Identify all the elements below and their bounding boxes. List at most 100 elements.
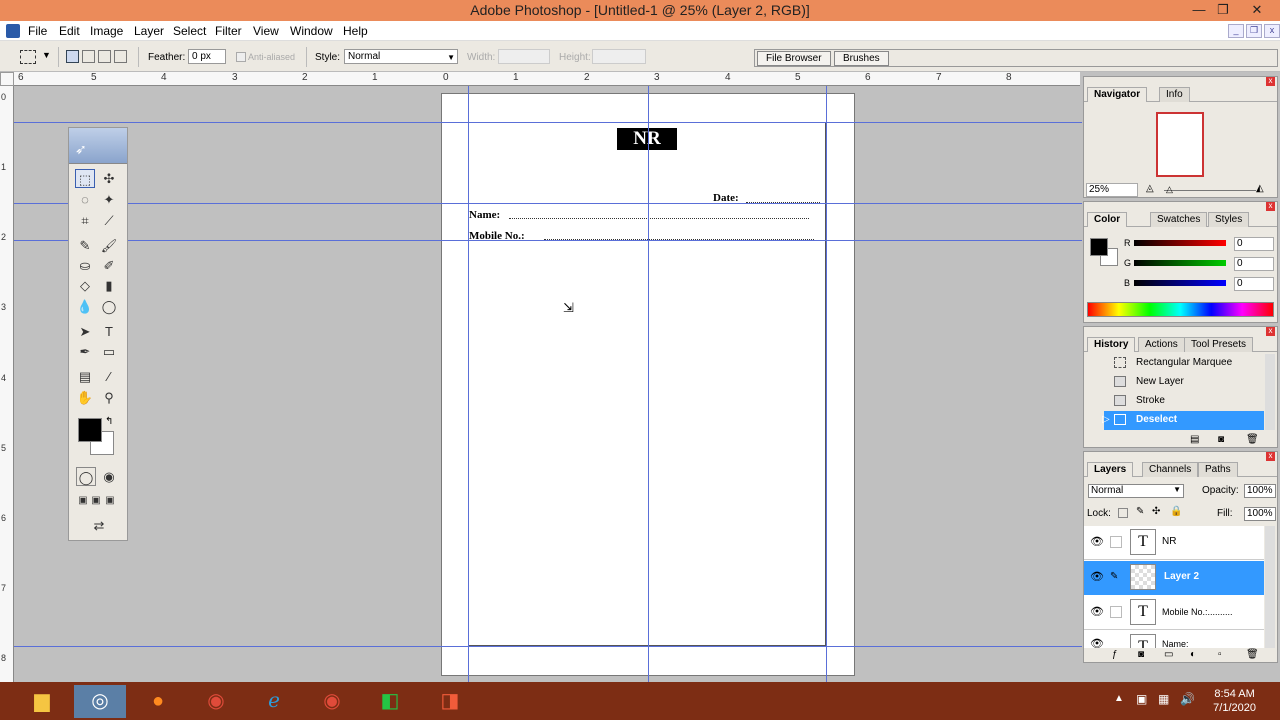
menu-filter[interactable]: Filter	[215, 24, 242, 38]
foreground-color-swatch[interactable]	[1090, 238, 1108, 256]
tab-navigator[interactable]: Navigator	[1087, 87, 1148, 102]
eye-icon[interactable]: 👁	[1090, 570, 1104, 583]
notes-tool-icon[interactable]: ▤	[75, 367, 95, 386]
blue-slider[interactable]	[1134, 280, 1226, 286]
tab-brushes[interactable]: Brushes	[834, 51, 889, 66]
explorer-icon[interactable]: ▆	[16, 685, 68, 718]
panel-titlebar[interactable]: x	[1084, 452, 1277, 462]
type-tool-icon[interactable]: T	[99, 322, 119, 341]
shape-tool-icon[interactable]: ▭	[99, 342, 119, 361]
layer-row[interactable]: 👁 T NR	[1084, 526, 1264, 560]
guide-vertical[interactable]	[648, 86, 649, 682]
ie-icon[interactable]: ℯ	[248, 685, 300, 718]
link-icon[interactable]	[1110, 536, 1122, 548]
tab-info[interactable]: Info	[1159, 87, 1190, 102]
tab-color[interactable]: Color	[1087, 212, 1128, 227]
camtasia-recorder-icon[interactable]: ◨	[424, 685, 476, 718]
history-item[interactable]: Stroke	[1084, 392, 1264, 411]
zoom-tool-icon[interactable]: ⚲	[99, 388, 119, 407]
tab-layers[interactable]: Layers	[1087, 462, 1134, 477]
zoom-level-input[interactable]: 25%	[1086, 183, 1138, 197]
green-slider[interactable]	[1134, 260, 1226, 266]
move-tool-icon[interactable]: ✣	[99, 169, 119, 188]
minimize-button[interactable]: —	[1186, 0, 1212, 21]
menu-edit[interactable]: Edit	[59, 24, 80, 38]
gradient-tool-icon[interactable]: ▮	[99, 276, 119, 295]
firefox-icon[interactable]: ●	[132, 685, 184, 718]
zoom-slider-handle[interactable]: △	[1166, 184, 1173, 195]
lasso-tool-icon[interactable]: ◌	[75, 190, 95, 209]
chrome-icon[interactable]: ◉	[190, 685, 242, 718]
history-item-selected[interactable]: ▷ Deselect	[1102, 411, 1264, 430]
photoshop-app-icon[interactable]	[6, 24, 20, 38]
guide-vertical[interactable]	[468, 86, 469, 682]
tray-app-icon[interactable]: ▣	[1136, 692, 1147, 706]
menu-view[interactable]: View	[253, 24, 279, 38]
zoom-out-icon[interactable]: ◬	[1146, 183, 1154, 194]
new-set-icon[interactable]: ▭	[1164, 649, 1173, 660]
photoshop-icon[interactable]: ◎	[74, 685, 126, 718]
new-document-from-state-icon[interactable]: ▤	[1190, 434, 1199, 445]
doc-restore-button[interactable]: ❐	[1246, 24, 1262, 38]
guide-horizontal[interactable]	[14, 240, 1082, 241]
guide-horizontal[interactable]	[14, 203, 1082, 204]
guide-vertical[interactable]	[826, 86, 827, 682]
horizontal-ruler[interactable]: 6 5 4 3 2 1 0 1 2 3 4 5 6 7 8	[14, 72, 1080, 86]
marquee-tool-preset-icon[interactable]	[20, 50, 36, 64]
camtasia-icon[interactable]: ◧	[364, 685, 416, 718]
ruler-origin[interactable]	[0, 72, 14, 86]
close-icon[interactable]: x	[1266, 202, 1275, 211]
close-button[interactable]: ✕	[1244, 0, 1270, 21]
clock[interactable]: 8:54 AM 7/1/2020	[1213, 687, 1256, 715]
layer-effects-icon[interactable]: ƒ	[1112, 649, 1118, 660]
fill-input[interactable]: 100%	[1244, 507, 1276, 521]
history-brush-tool-icon[interactable]: ✐	[99, 256, 119, 275]
tray-overflow-icon[interactable]: ▲	[1114, 693, 1124, 704]
trash-icon[interactable]: 🗑	[1246, 649, 1259, 660]
eraser-tool-icon[interactable]: ◇	[75, 276, 95, 295]
hand-tool-icon[interactable]: ✋	[75, 388, 95, 407]
foreground-color-swatch-top[interactable]	[78, 418, 102, 442]
panel-titlebar[interactable]: x	[1084, 202, 1277, 212]
menu-select[interactable]: Select	[173, 24, 206, 38]
pen-tool-icon[interactable]: ✒	[75, 342, 95, 361]
menu-file[interactable]: File	[28, 24, 47, 38]
subtract-from-selection-icon[interactable]	[98, 50, 111, 63]
dodge-tool-icon[interactable]: ◯	[99, 297, 119, 316]
link-icon[interactable]	[1110, 606, 1122, 618]
blue-value[interactable]: 0	[1234, 277, 1274, 291]
rectangular-marquee-tool-icon[interactable]: ⬚	[75, 169, 95, 188]
opacity-input[interactable]: 100%	[1244, 484, 1276, 498]
close-icon[interactable]: x	[1266, 77, 1275, 86]
panel-titlebar[interactable]: x	[1084, 327, 1277, 337]
lock-all-icon[interactable]: 🔒	[1170, 506, 1182, 517]
layer-row-selected[interactable]: 👁 ✎ Layer 2	[1084, 561, 1264, 595]
new-snapshot-icon[interactable]: ◙	[1218, 434, 1224, 445]
canvas-workspace[interactable]: NR Date: Name: Mobile No.: ⇲	[14, 86, 1082, 682]
width-input[interactable]	[498, 49, 550, 64]
layers-scrollbar[interactable]	[1265, 526, 1275, 648]
menu-image[interactable]: Image	[90, 24, 123, 38]
style-select[interactable]: Normal ▼	[344, 49, 458, 64]
lock-transparency-icon[interactable]	[1118, 508, 1128, 518]
lock-image-icon[interactable]: ✎	[1136, 506, 1144, 517]
close-icon[interactable]: x	[1266, 452, 1275, 461]
eye-icon[interactable]: 👁	[1090, 637, 1104, 648]
toolbox-header[interactable]: ➶	[69, 128, 127, 164]
tab-file-browser[interactable]: File Browser	[757, 51, 831, 66]
doc-minimize-button[interactable]: _	[1228, 24, 1244, 38]
menu-layer[interactable]: Layer	[134, 24, 164, 38]
tab-tool-presets[interactable]: Tool Presets	[1184, 337, 1254, 352]
path-selection-tool-icon[interactable]: ➤	[75, 322, 95, 341]
crop-tool-icon[interactable]: ⌗	[75, 211, 95, 230]
layer-row[interactable]: 👁 T Name:	[1084, 631, 1264, 648]
tab-history[interactable]: History	[1087, 337, 1136, 352]
history-scrollbar[interactable]	[1265, 354, 1275, 430]
trash-icon[interactable]: 🗑	[1246, 434, 1259, 445]
network-icon[interactable]: ▦	[1158, 692, 1169, 706]
tab-styles[interactable]: Styles	[1208, 212, 1250, 227]
eye-icon[interactable]: 👁	[1090, 535, 1104, 548]
healing-brush-tool-icon[interactable]: ✎	[75, 236, 95, 255]
doc-close-button[interactable]: x	[1264, 24, 1280, 38]
slice-tool-icon[interactable]: ⟋	[99, 211, 119, 230]
